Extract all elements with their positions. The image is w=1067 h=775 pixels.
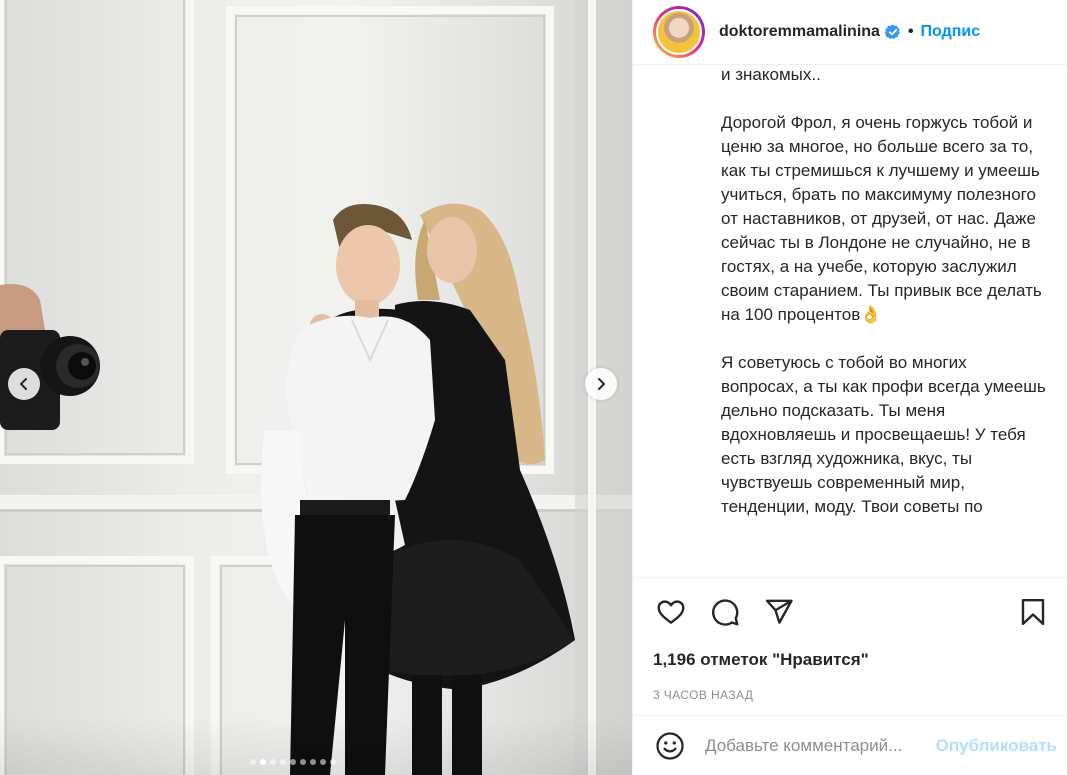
next-slide-button[interactable]	[585, 368, 617, 400]
comment-icon	[712, 598, 739, 626]
floor-shadow	[0, 715, 632, 775]
comment-form: Опубликовать	[633, 715, 1067, 775]
header-separator: •	[907, 23, 914, 40]
comment-input[interactable]	[705, 735, 936, 756]
username-link[interactable]: doktoremmamalinina	[719, 23, 880, 41]
emoji-button[interactable]	[653, 729, 687, 763]
carousel-dot	[250, 759, 256, 765]
instagram-post: doktoremmamalinina • Подпис и знакомых..…	[0, 0, 1067, 775]
carousel-dot	[280, 759, 286, 765]
share-button[interactable]	[761, 594, 797, 630]
post-photo[interactable]	[0, 0, 632, 775]
post-caption: и знакомых.. Дорогой Фрол, я очень горжу…	[633, 65, 1067, 577]
post-timestamp[interactable]: 3 ЧАСОВ НАЗАД	[633, 675, 1067, 715]
photo-illustration	[0, 0, 632, 775]
carousel-dot	[290, 759, 296, 765]
carousel-indicator	[250, 759, 336, 765]
carousel-dot	[310, 759, 316, 765]
post-header: doktoremmamalinina • Подпис	[633, 0, 1067, 65]
carousel-dot	[330, 759, 336, 765]
caption-paragraph: Дорогой Фрол, я очень горжусь тобой и це…	[721, 113, 1042, 324]
story-ring[interactable]	[653, 6, 705, 58]
caption-paragraph: и знакомых..	[721, 65, 821, 84]
post-actions	[633, 577, 1067, 645]
chevron-right-icon	[598, 378, 605, 390]
heart-icon	[657, 599, 685, 624]
like-button[interactable]	[653, 594, 689, 630]
follow-button[interactable]: Подпис	[921, 23, 981, 41]
carousel-dot	[260, 759, 266, 765]
smiley-icon	[656, 731, 684, 760]
publish-button[interactable]: Опубликовать	[936, 736, 1057, 756]
likes-count[interactable]: 1,196 отметок "Нравится"	[633, 645, 1067, 675]
save-button[interactable]	[1015, 594, 1051, 630]
comment-button[interactable]	[707, 594, 743, 630]
paper-plane-icon	[765, 599, 793, 624]
carousel-dot	[270, 759, 276, 765]
avatar[interactable]	[656, 9, 702, 55]
caption-paragraph: Я советуюсь с тобой во многих вопросах, …	[721, 353, 1046, 516]
post-sidebar: doktoremmamalinina • Подпис и знакомых..…	[632, 0, 1067, 775]
chevron-left-icon	[20, 378, 27, 390]
carousel-dot	[320, 759, 326, 765]
bookmark-icon	[1021, 598, 1045, 625]
carousel-dot	[300, 759, 306, 765]
verified-badge-icon	[884, 24, 900, 39]
previous-slide-button[interactable]	[8, 368, 40, 400]
